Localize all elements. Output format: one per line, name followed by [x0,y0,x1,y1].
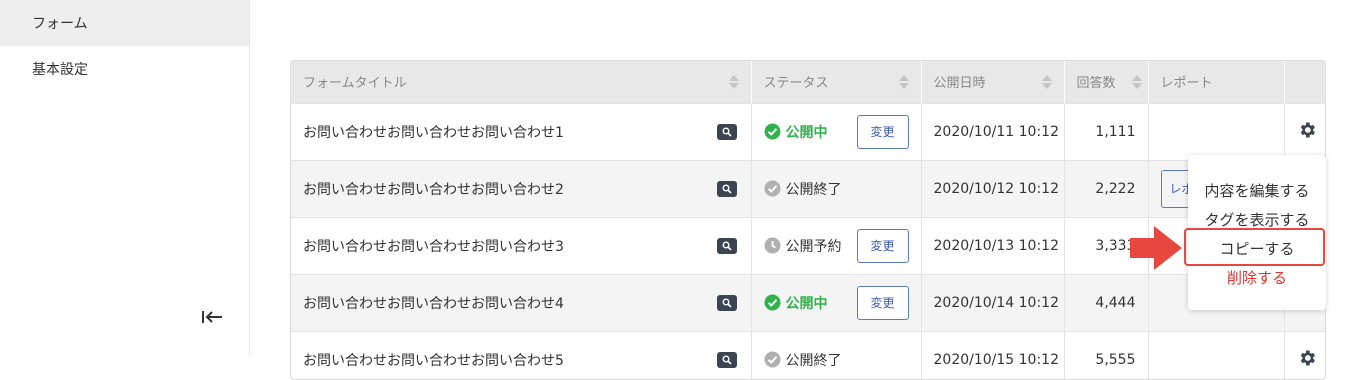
table-header-row: フォームタイトル ステータス 公開日時 回答数 レポート [291,61,1325,103]
sidebar-item-label: フォーム [32,16,88,32]
table-row: お問い合わせお問い合わせお問い合わせ1 公開中 変更 2020/10/11 10… [291,102,1325,160]
published-at: 2020/10/11 10:12 [921,102,1065,160]
published-at: 2020/10/15 10:12 [921,330,1065,379]
sort-icon[interactable] [898,74,909,89]
sidebar: フォーム 基本設定 [0,0,250,355]
published-at: 2020/10/12 10:12 [921,159,1065,217]
response-count: 4,444 [1064,273,1149,331]
status-label: 公開中 [785,295,828,312]
form-title-cell: お問い合わせお問い合わせお問い合わせ1 [291,102,752,160]
form-title-cell: お問い合わせお問い合わせお問い合わせ4 [291,273,752,331]
status-label: 公開終了 [785,181,842,198]
status-label: 公開中 [785,124,828,141]
collapse-left-icon[interactable] [200,305,224,329]
table-row: お問い合わせお問い合わせお問い合わせ5 公開終了 2020/10/15 10:1… [291,330,1325,379]
check-circle-icon [764,123,781,140]
copy-highlight-box [1184,228,1325,266]
column-header-responses[interactable]: 回答数 [1064,61,1149,103]
check-circle-icon [764,294,781,311]
response-count: 2,222 [1064,159,1149,217]
column-header-status[interactable]: ステータス [751,61,922,103]
actions-cell [1284,330,1325,379]
column-header-label: レポート [1160,76,1213,92]
preview-search-icon[interactable] [716,237,737,254]
change-status-button[interactable]: 変更 [856,285,909,320]
pointer-arrow-icon [1130,226,1184,274]
sort-icon[interactable] [1131,74,1142,89]
gear-icon[interactable] [1297,122,1317,144]
check-circle-icon [764,180,781,197]
table-row: お問い合わせお問い合わせお問い合わせ4 公開中 変更 2020/10/14 10… [291,273,1325,331]
report-cell [1148,102,1285,160]
column-header-label: ステータス [763,76,829,92]
column-header-published-at[interactable]: 公開日時 [921,61,1065,103]
status-cell: 公開終了 [751,159,922,217]
menu-item-delete[interactable]: 削除する [1188,267,1326,288]
status-cell: 公開終了 [751,330,922,379]
published-at: 2020/10/14 10:12 [921,273,1065,331]
status-badge: 公開終了 [764,179,909,199]
response-count: 1,111 [1064,102,1149,160]
response-count: 5,555 [1064,330,1149,379]
column-header-title[interactable]: フォームタイトル [291,61,752,103]
published-at: 2020/10/13 10:12 [921,216,1065,274]
check-circle-icon [764,351,781,368]
table-row: お問い合わせお問い合わせお問い合わせ2 公開終了 2020/10/12 10:1… [291,159,1325,217]
column-header-actions [1284,61,1325,103]
form-title-cell: お問い合わせお問い合わせお問い合わせ5 [291,330,752,379]
form-title[interactable]: お問い合わせお問い合わせお問い合わせ4 [303,296,564,312]
status-badge: 公開終了 [764,350,909,370]
form-title-cell: お問い合わせお問い合わせお問い合わせ3 [291,216,752,274]
clock-icon [764,237,781,254]
gear-icon[interactable] [1297,350,1317,372]
status-label: 公開終了 [785,352,842,369]
sort-icon[interactable] [1041,74,1052,89]
status-cell: 公開中 変更 [751,102,922,160]
column-header-report: レポート [1148,61,1285,103]
form-title[interactable]: お問い合わせお問い合わせお問い合わせ5 [303,353,564,369]
sidebar-item-basic-settings[interactable]: 基本設定 [0,46,249,92]
actions-cell [1284,102,1325,160]
column-header-label: 公開日時 [933,76,986,92]
status-cell: 公開予約 変更 [751,216,922,274]
column-header-label: フォームタイトル [303,76,407,92]
sort-icon[interactable] [728,74,739,89]
column-header-label: 回答数 [1076,76,1116,92]
preview-search-icon[interactable] [716,180,737,197]
status-label: 公開予約 [785,238,842,255]
forms-table: フォームタイトル ステータス 公開日時 回答数 レポート お問い合わせお問い合わ… [290,60,1326,380]
menu-item-show-tags[interactable]: タグを表示する [1188,209,1326,230]
form-title-cell: お問い合わせお問い合わせお問い合わせ2 [291,159,752,217]
form-title[interactable]: お問い合わせお問い合わせお問い合わせ3 [303,239,564,255]
menu-item-edit[interactable]: 内容を編集する [1188,180,1326,201]
sidebar-item-label: 基本設定 [32,62,88,78]
status-cell: 公開中 変更 [751,273,922,331]
form-title[interactable]: お問い合わせお問い合わせお問い合わせ1 [303,125,564,141]
preview-search-icon[interactable] [716,351,737,368]
change-status-button[interactable]: 変更 [856,114,909,149]
form-title[interactable]: お問い合わせお問い合わせお問い合わせ2 [303,182,564,198]
change-status-button[interactable]: 変更 [856,228,909,263]
preview-search-icon[interactable] [716,294,737,311]
preview-search-icon[interactable] [716,123,737,140]
report-cell [1148,330,1285,379]
sidebar-item-form[interactable]: フォーム [0,0,249,46]
